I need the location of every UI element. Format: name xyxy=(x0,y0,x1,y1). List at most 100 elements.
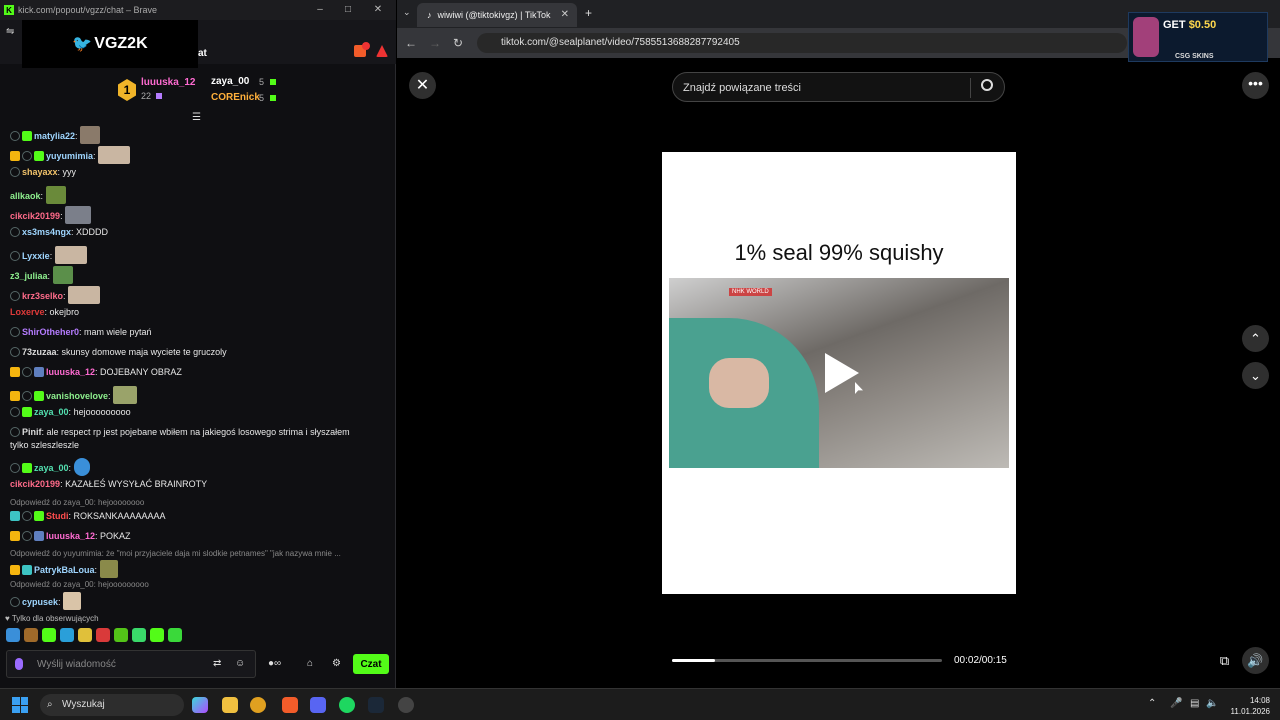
search-icon[interactable] xyxy=(981,79,993,91)
speaker-icon[interactable]: 🔈 xyxy=(1206,698,1218,709)
maximize-icon[interactable]: □ xyxy=(342,4,354,15)
chat-username[interactable]: vanishovelove xyxy=(46,391,108,401)
chat-username[interactable]: luuuska_12 xyxy=(46,367,95,377)
chat-username[interactable]: cikcik20199 xyxy=(10,211,60,221)
chat-username[interactable]: matylia22 xyxy=(34,131,75,141)
address-bar[interactable]: tiktok.com/@sealplanet/video/75855136882… xyxy=(477,33,1127,53)
chat-input-box: ⇄ ☺ xyxy=(6,650,256,678)
chat-username[interactable]: Studi xyxy=(46,511,69,521)
spotify-icon[interactable] xyxy=(339,697,355,713)
back-icon[interactable]: ← xyxy=(405,36,417,50)
chat-username[interactable]: krz3selko xyxy=(22,291,63,301)
emote-icon[interactable] xyxy=(78,628,92,642)
related-search-box xyxy=(672,72,1005,102)
chat-username[interactable]: zaya_00 xyxy=(34,463,69,473)
copilot-icon[interactable] xyxy=(192,697,208,713)
leader-1-name[interactable]: luuuska_12 xyxy=(141,77,195,88)
window-title: kick.com/popout/vgzz/chat – Brave xyxy=(18,5,158,15)
chat-username[interactable]: cypusek xyxy=(22,597,58,607)
emote-icon[interactable] xyxy=(114,628,128,642)
emote-icon[interactable] xyxy=(96,628,110,642)
volume-icon[interactable]: 🔊 xyxy=(1242,647,1269,674)
chat-username[interactable]: 73zuzaa xyxy=(22,347,57,357)
banner-text: VGZ2K xyxy=(94,35,148,52)
discord-icon[interactable] xyxy=(310,697,326,713)
chat-username[interactable]: zaya_00 xyxy=(34,407,69,417)
chat-username[interactable]: allkaok xyxy=(10,191,41,201)
badge-icon xyxy=(22,391,32,401)
chat-username[interactable]: luuuska_12 xyxy=(46,531,95,541)
translate-icon[interactable]: ⇄ xyxy=(213,658,221,669)
emote-icon[interactable] xyxy=(60,628,74,642)
emote-icon[interactable] xyxy=(24,628,38,642)
chat-message-input[interactable] xyxy=(37,657,197,671)
chat-username[interactable]: z3_juliaa xyxy=(10,271,48,281)
system-clock[interactable]: 14:08 11.01.2026 xyxy=(1222,695,1270,717)
previous-video-button[interactable]: ⌃ xyxy=(1242,325,1269,352)
rewards-icon[interactable] xyxy=(376,45,388,57)
emoji-icon[interactable]: ☺ xyxy=(235,658,245,669)
chrome-icon[interactable] xyxy=(250,697,266,713)
emote-icon[interactable] xyxy=(150,628,164,642)
leader-3-name[interactable]: COREnick xyxy=(197,92,260,103)
gear-icon[interactable]: ⚙ xyxy=(332,658,341,669)
more-options-button[interactable]: ••• xyxy=(1242,72,1269,99)
tab-menu-icon[interactable]: ⌄ xyxy=(403,7,411,18)
leader-2-name[interactable]: zaya_00 xyxy=(197,76,249,87)
emote-icon xyxy=(65,206,92,224)
chat-message-continued: tylko szleszleszle xyxy=(10,439,79,451)
play-icon[interactable] xyxy=(825,353,859,393)
csgo-skins-ad[interactable]: GET $0.50 CSG SKINS xyxy=(1128,12,1268,62)
reply-preview[interactable]: Odpowiedź do zaya_00: hejoooooooo xyxy=(10,498,144,507)
chat-username[interactable]: yuyumimia xyxy=(46,151,93,161)
file-explorer-icon[interactable] xyxy=(222,697,238,713)
store-icon[interactable]: ⌂ xyxy=(307,658,313,669)
taskbar-search[interactable]: ⌕ Wyszukaj xyxy=(40,694,184,716)
reply-preview[interactable]: Odpowiedź do zaya_00: hejooooooooo xyxy=(10,580,149,589)
chat-username[interactable]: PatrykBaLoua xyxy=(34,565,95,575)
badge-icon xyxy=(10,597,20,607)
emote-icon[interactable] xyxy=(132,628,146,642)
steam-icon[interactable] xyxy=(368,697,384,713)
windows-start-icon[interactable] xyxy=(12,697,28,713)
emote-icon[interactable] xyxy=(6,628,20,642)
reload-icon[interactable]: ↻ xyxy=(453,36,463,50)
clock-date: 11.01.2026 xyxy=(1230,707,1270,716)
microphone-tray-icon[interactable]: 🎤 xyxy=(1170,698,1182,709)
network-icon[interactable]: ▤ xyxy=(1190,698,1199,709)
chat-username[interactable]: ShirOtheher0 xyxy=(22,327,79,337)
forward-icon[interactable]: → xyxy=(429,36,441,50)
chat-username[interactable]: shayaxx xyxy=(22,167,58,177)
close-icon[interactable]: ✕ xyxy=(372,4,384,15)
close-video-button[interactable]: ✕ xyxy=(409,72,436,99)
brave-icon[interactable] xyxy=(282,697,298,713)
chat-username[interactable]: Lyxxie xyxy=(22,251,50,261)
emote-icon xyxy=(98,146,131,164)
chat-username[interactable]: Pinif xyxy=(22,427,42,437)
emote-icon[interactable] xyxy=(42,628,56,642)
chat-username[interactable]: Loxerve xyxy=(10,307,45,317)
badge-icon xyxy=(10,227,20,237)
chat-username[interactable]: xs3ms4ngx xyxy=(22,227,71,237)
reply-preview[interactable]: Odpowiedź do yuyumimia: że "moi przyjaci… xyxy=(10,549,341,558)
vip-icon xyxy=(22,565,32,575)
emote-icon[interactable] xyxy=(168,628,182,642)
send-chat-button[interactable]: Czat xyxy=(353,654,389,674)
tab-close-icon[interactable]: ✕ xyxy=(561,9,569,20)
badge-icon xyxy=(10,251,20,261)
chat-text: XDDDD xyxy=(73,227,109,237)
app-icon[interactable] xyxy=(398,697,414,713)
points-icon[interactable]: ●∞ xyxy=(268,658,281,669)
next-video-button[interactable]: ⌄ xyxy=(1242,362,1269,389)
chat-username[interactable]: cikcik20199 xyxy=(10,479,60,489)
new-tab-icon[interactable]: + xyxy=(585,6,592,20)
minimize-icon[interactable]: – xyxy=(314,4,326,15)
settings-sliders-icon[interactable]: ⇋ xyxy=(6,26,14,37)
microphone-icon[interactable] xyxy=(15,658,23,670)
related-search-input[interactable] xyxy=(683,80,963,96)
video-progress-bar[interactable] xyxy=(672,659,942,662)
chat-text: yyy xyxy=(60,167,77,177)
pip-icon[interactable]: ⧉ xyxy=(1211,647,1238,674)
tab-tiktok[interactable]: ♪ wiwiwi (@tiktokivgz) | TikTok ✕ xyxy=(417,3,577,27)
tray-chevron-icon[interactable]: ⌃ xyxy=(1148,698,1156,709)
